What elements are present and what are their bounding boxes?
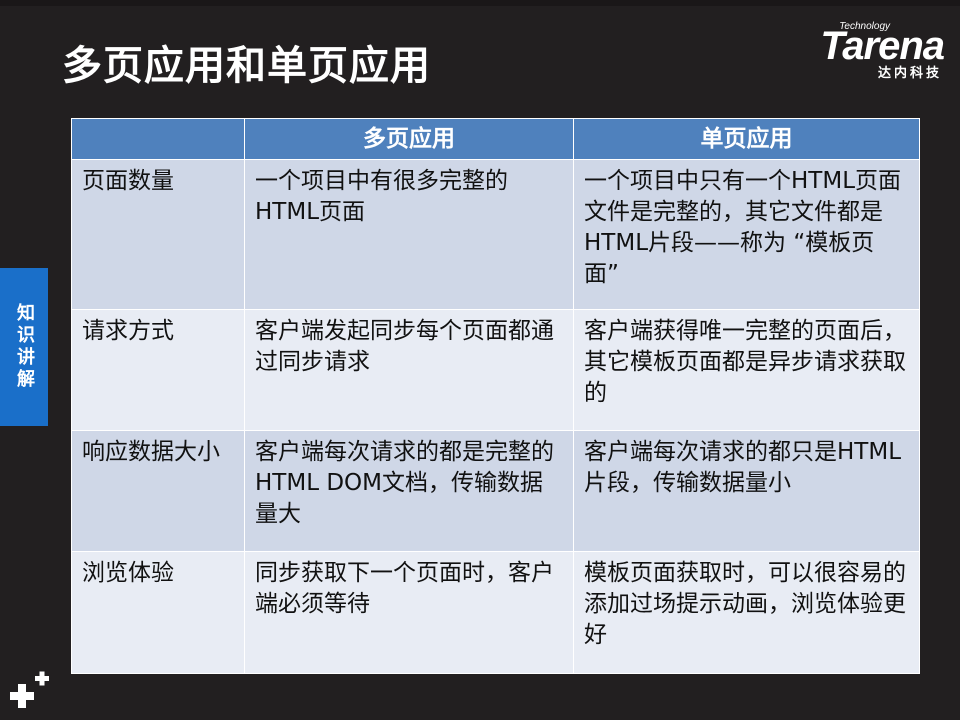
knowledge-tab-label: 知识讲解 xyxy=(14,303,35,391)
table-row: 响应数据大小 客户端每次请求的都是完整的HTML DOM文档，传输数据量大 客户… xyxy=(71,430,920,552)
knowledge-tab: 知识讲解 xyxy=(0,268,48,426)
page-title: 多页应用和单页应用 xyxy=(62,43,431,89)
header-cell-blank xyxy=(71,118,245,160)
multi-page-cell: 客户端每次请求的都是完整的HTML DOM文档，传输数据量大 xyxy=(244,430,574,552)
tarena-logo: Technology Tarena 达内科技 xyxy=(774,22,945,84)
logo-chinese-name: 达内科技 xyxy=(877,66,942,81)
row-label: 请求方式 xyxy=(71,309,245,431)
plus-plus-icon xyxy=(10,671,49,708)
comparison-table: 多页应用 单页应用 页面数量 一个项目中有很多完整的HTML页面 一个项目中只有… xyxy=(71,118,920,674)
table-row: 页面数量 一个项目中有很多完整的HTML页面 一个项目中只有一个HTML页面文件… xyxy=(71,159,920,310)
multi-page-cell: 同步获取下一个页面时，客户端必须等待 xyxy=(244,551,574,674)
single-page-cell: 一个项目中只有一个HTML页面文件是完整的，其它文件都是HTML片段——称为 “… xyxy=(573,159,920,310)
table-row: 浏览体验 同步获取下一个页面时，客户端必须等待 模板页面获取时，可以很容易的添加… xyxy=(71,551,920,674)
table-header-row: 多页应用 单页应用 xyxy=(71,118,920,160)
single-page-cell: 客户端获得唯一完整的页面后，其它模板页面都是异步请求获取的 xyxy=(573,309,920,431)
logo-wordmark: Tarena xyxy=(820,24,945,68)
multi-page-cell: 一个项目中有很多完整的HTML页面 xyxy=(244,159,574,310)
row-label: 响应数据大小 xyxy=(71,430,245,552)
row-label: 浏览体验 xyxy=(71,551,245,674)
slide: 多页应用和单页应用 Technology Tarena 达内科技 知识讲解 多页… xyxy=(0,0,960,720)
single-page-cell: 客户端每次请求的都只是HTML片段，传输数据量小 xyxy=(573,430,920,552)
header-cell-single-page: 单页应用 xyxy=(573,118,920,160)
header-cell-multi-page: 多页应用 xyxy=(244,118,574,160)
table-row: 请求方式 客户端发起同步每个页面都通过同步请求 客户端获得唯一完整的页面后，其它… xyxy=(71,309,920,431)
multi-page-cell: 客户端发起同步每个页面都通过同步请求 xyxy=(244,309,574,431)
row-label: 页面数量 xyxy=(71,159,245,310)
single-page-cell: 模板页面获取时，可以很容易的添加过场提示动画，浏览体验更好 xyxy=(573,551,920,674)
